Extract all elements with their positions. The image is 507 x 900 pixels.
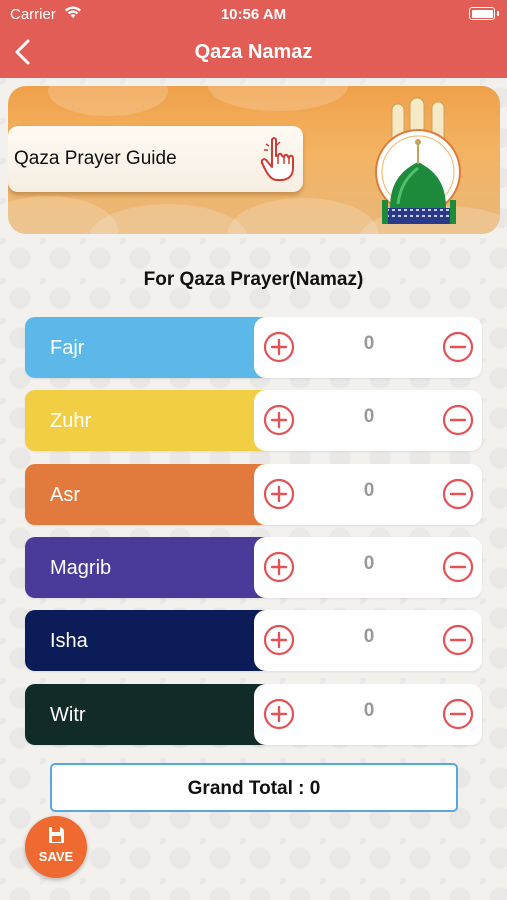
minus-circle-icon[interactable]: [442, 404, 474, 436]
prayer-name: Magrib: [50, 557, 112, 579]
qaza-prayer-guide-button[interactable]: Qaza Prayer Guide: [8, 126, 303, 192]
page-title: Qaza Namaz: [194, 41, 313, 63]
app-header: Carrier 10:56 AM Qaza Namaz: [0, 0, 507, 78]
save-button[interactable]: SAVE: [25, 816, 87, 878]
prayer-row-isha: Isha 0: [25, 610, 482, 671]
pointing-hand-icon: [260, 137, 294, 181]
prayer-counter: 0: [254, 464, 482, 525]
prayer-name-box: Asr: [25, 464, 270, 525]
grand-total-label: Grand Total : 0: [187, 778, 321, 799]
prayer-row-magrib: Magrib 0: [25, 537, 482, 598]
prayer-count: 0: [363, 553, 375, 574]
prayer-name: Fajr: [50, 337, 85, 359]
prayer-name-box: Fajr: [25, 317, 270, 378]
save-icon: [49, 827, 64, 843]
prayer-counter: 0: [254, 537, 482, 598]
save-label: SAVE: [38, 849, 74, 864]
prayer-name-box: Magrib: [25, 537, 270, 598]
grand-total-box: Grand Total : 0: [50, 763, 458, 812]
prayer-count: 0: [363, 626, 375, 647]
minus-circle-icon[interactable]: [442, 551, 474, 583]
battery-icon: [469, 7, 499, 20]
status-bar: Carrier 10:56 AM: [0, 0, 507, 28]
prayer-name: Witr: [50, 704, 86, 726]
prayer-count: 0: [363, 333, 375, 354]
prayer-name: Zuhr: [50, 410, 92, 432]
prayer-name-box: Witr: [25, 684, 270, 745]
prayer-name: Isha: [50, 630, 88, 652]
prayer-count: 0: [363, 406, 375, 427]
plus-circle-icon[interactable]: [263, 624, 295, 656]
plus-circle-icon[interactable]: [263, 478, 295, 510]
prayer-count: 0: [363, 700, 375, 721]
prayer-counter: 0: [254, 684, 482, 745]
prayer-name: Asr: [50, 484, 80, 506]
section-title: For Qaza Prayer(Namaz): [143, 269, 364, 290]
minus-circle-icon[interactable]: [442, 331, 474, 363]
guide-label: Qaza Prayer Guide: [14, 148, 177, 169]
prayer-row-asr: Asr 0: [25, 464, 482, 525]
plus-circle-icon[interactable]: [263, 331, 295, 363]
green-dome-icon: [375, 97, 461, 224]
plus-circle-icon[interactable]: [263, 698, 295, 730]
prayer-count: 0: [363, 480, 375, 501]
prayer-name-box: Zuhr: [25, 390, 270, 451]
minus-circle-icon[interactable]: [442, 698, 474, 730]
prayer-counter: 0: [254, 317, 482, 378]
status-time: 10:56 AM: [220, 6, 287, 23]
qaza-guide-banner: Qaza Prayer Guide: [8, 86, 500, 234]
prayer-row-fajr: Fajr 0: [25, 317, 482, 378]
minus-circle-icon[interactable]: [442, 624, 474, 656]
plus-circle-icon[interactable]: [263, 551, 295, 583]
prayer-counter: 0: [254, 610, 482, 671]
prayer-row-zuhr: Zuhr 0: [25, 390, 482, 451]
prayer-name-box: Isha: [25, 610, 270, 671]
prayer-row-witr: Witr 0: [25, 684, 482, 745]
plus-circle-icon[interactable]: [263, 404, 295, 436]
prayer-counter: 0: [254, 390, 482, 451]
minus-circle-icon[interactable]: [442, 478, 474, 510]
